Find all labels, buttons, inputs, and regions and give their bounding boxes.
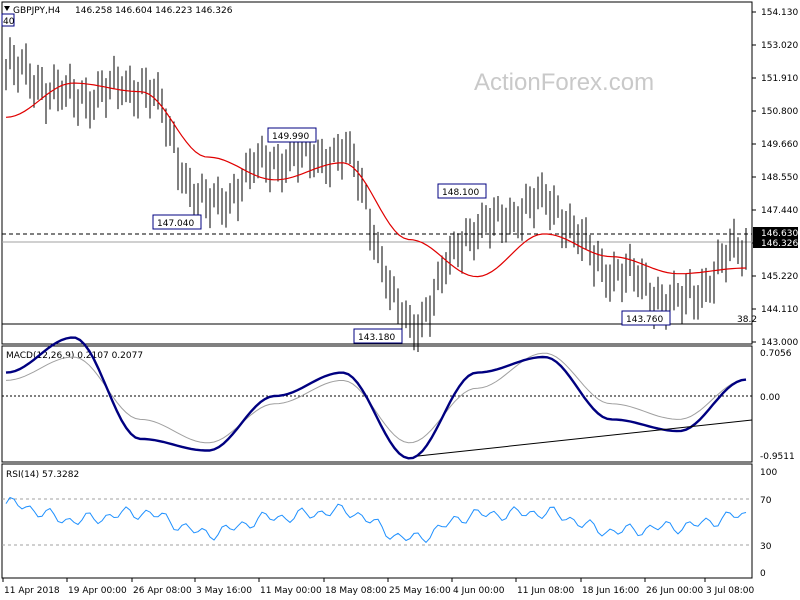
price-axis-tick: 144.110 [761,305,798,315]
chart-root: ActionForex.com GBPJPY,H4 146.258 146.60… [1,1,798,596]
time-axis-label: 11 Jun 08:00 [517,586,574,596]
time-axis-label: 19 Apr 00:00 [68,586,127,596]
macd-trendline [417,419,753,457]
rsi-title: RSI(14) 57.3282 [6,470,79,480]
macd-title: MACD(12,26,9) 0.2107 0.2077 [6,351,143,361]
price-axis-tick: 151.910 [761,74,798,84]
rsi-axis-0: 0 [760,569,766,579]
svg-text:143.760: 143.760 [626,315,663,325]
corner-label: 40 [3,17,15,27]
price-axis-tick: 153.020 [761,41,798,51]
time-axis-label: 3 May 16:00 [196,586,252,596]
rsi-axis-30: 30 [760,542,772,552]
rsi-panel-frame [1,463,753,579]
price-axis-tick: 150.800 [761,107,798,117]
time-axis-label: 11 May 00:00 [260,586,322,596]
rsi-line [5,496,747,544]
price-axis: 154.130 153.020 151.910 150.800 149.660 148.5… [752,8,798,348]
current-price-box: 146.326 [753,237,798,249]
svg-text:143.180: 143.180 [358,333,395,343]
dropdown-triangle-icon [4,6,10,11]
time-axis-label: 18 May 08:00 [325,586,387,596]
time-axis-label: 18 Jun 16:00 [582,586,639,596]
time-axis-label: 26 Jun 00:00 [646,586,703,596]
time-axis-label: 25 May 16:00 [389,586,451,596]
macd-signal-line [5,352,747,444]
annotation-143-760: 143.760 [621,310,671,326]
annotation-143-180: 143.180 [353,328,403,344]
svg-text:149.990: 149.990 [272,132,309,142]
time-axis-label: 4 Jun 00:00 [453,586,505,596]
annotation-149-990: 149.990 [267,127,317,143]
time-axis-label: 11 Apr 2018 [4,586,60,596]
svg-text:146.326: 146.326 [761,239,798,249]
corner-label-box: 40 [1,13,15,27]
rsi-axis-70: 70 [760,496,772,506]
price-axis-tick: 149.660 [761,140,798,150]
price-axis-tick: 143.000 [761,338,798,348]
header: GBPJPY,H4 146.258 146.604 146.223 146.32… [4,6,233,16]
macd-axis-bottom: -0.9511 [760,452,795,462]
annotation-147-040: 147.040 [152,214,202,230]
price-axis-tick: 154.130 [761,8,798,18]
svg-text:147.040: 147.040 [157,219,194,229]
macd-axis-top: 0.7056 [760,349,792,359]
annotation-148-100: 148.100 [437,183,487,199]
time-axis-label: 26 Apr 08:00 [133,586,192,596]
time-axis-label: 3 Jul 08:00 [706,586,755,596]
moving-average-line [5,82,747,278]
price-axis-tick: 148.550 [761,173,798,183]
rsi-axis-100: 100 [760,468,777,478]
price-axis-tick: 145.220 [761,272,798,282]
fibonacci-level-label: 38.2 [737,315,757,325]
time-axis: 11 Apr 2018 19 Apr 00:00 26 Apr 08:00 3 May… [2,578,755,596]
watermark: ActionForex.com [474,69,654,96]
price-axis-tick: 147.440 [761,206,798,216]
svg-text:148.100: 148.100 [442,188,479,198]
price-panel-frame [1,1,753,345]
macd-axis-zero: 0.00 [760,393,780,403]
ohlc-values: 146.258 146.604 146.223 146.326 [75,6,233,16]
symbol-label: GBPJPY,H4 [13,6,61,16]
